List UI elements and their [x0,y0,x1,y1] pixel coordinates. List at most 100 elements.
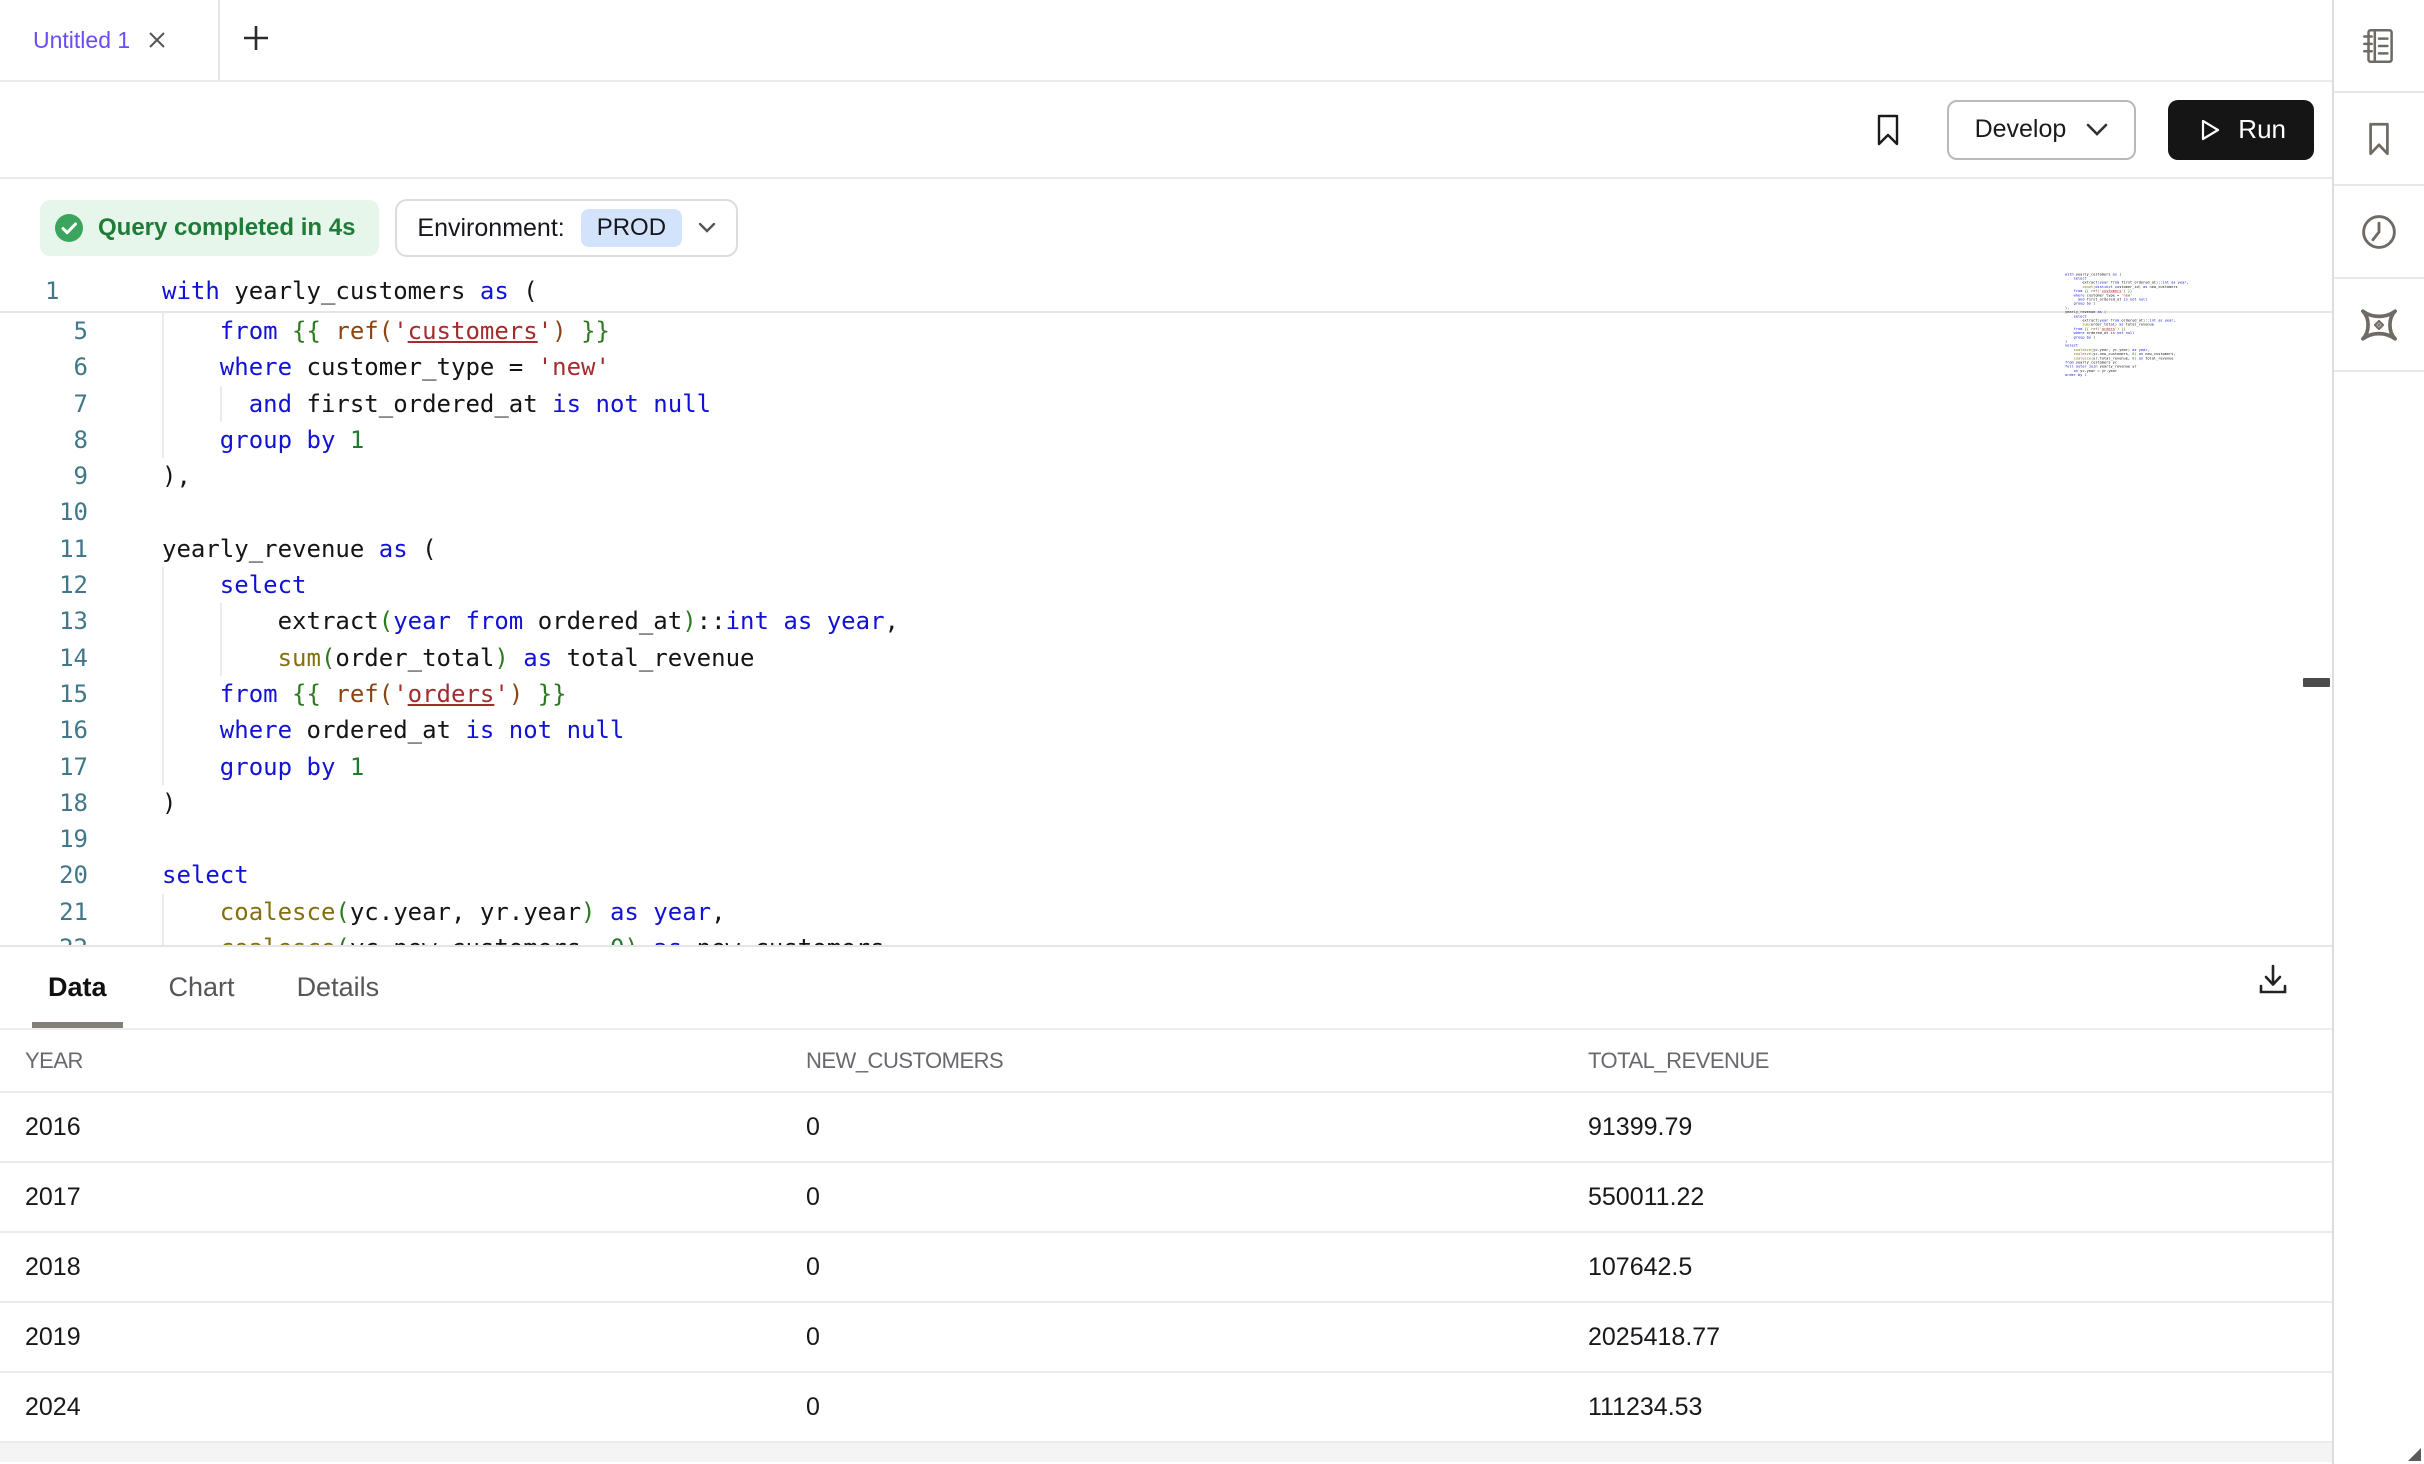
code-token: year [653,898,711,926]
code-token: ( [408,535,437,563]
code-token: , [2186,280,2188,284]
code-line[interactable]: 14 sum(order_total) as total_revenue [0,640,2332,676]
code-token: as [523,644,552,672]
code-line[interactable]: 21 coalesce(yc.year, yr.year) as year, [0,894,2332,930]
code-token: sum [278,644,321,672]
tab-untitled-1[interactable]: Untitled 1 [0,0,220,80]
query-status-text: Query completed in 4s [98,214,355,242]
code-token: ( [321,644,335,672]
code-line[interactable]: 1with yearly_customers as ( [0,272,2332,313]
line-number: 1 [0,272,106,310]
tab-bar: Untitled 1 [0,0,2332,82]
code-line[interactable]: 10 [0,494,2332,530]
line-number: 14 [0,640,106,676]
code-token: ) [682,607,696,635]
indent-guide [162,603,164,639]
code-line[interactable]: 16 where ordered_at is not null [0,712,2332,748]
line-number: 12 [0,567,106,603]
code-token: ref( [335,680,393,708]
line-number: 18 [0,785,106,821]
code-token [523,680,537,708]
table-cell: 0 [781,1253,1563,1282]
check-circle-icon [53,212,85,244]
code-line[interactable]: 6 where customer_type = 'new' [0,349,2332,385]
sql-editor[interactable]: 1with yearly_customers as ( 5 from {{ re… [0,272,2332,945]
download-button[interactable] [2254,961,2292,1004]
indent-guide [162,712,164,748]
code-token: extract [162,607,379,635]
indent-guide [162,313,164,349]
scrollbar-thumb[interactable] [2303,678,2330,687]
run-button-label: Run [2238,114,2286,145]
status-row: Query completed in 4s Environment: PROD [40,199,2332,257]
table-cell: 550011.22 [1563,1183,2332,1212]
table-cell: 91399.79 [1563,1113,2332,1142]
code-line[interactable]: 13 extract(year from ordered_at)::int as… [0,603,2332,639]
develop-button-label: Develop [1975,115,2067,144]
code-token: customers [408,317,538,345]
code-line[interactable]: 19 [0,821,2332,857]
code-line[interactable]: 11yearly_revenue as ( [0,531,2332,567]
code-token [321,680,335,708]
results-tab-chart[interactable]: Chart [153,947,251,1028]
code-token: is not null [2111,331,2135,335]
code-token [335,426,349,454]
code-token: , [2173,318,2175,322]
code-token: ( [509,277,538,305]
code-line[interactable]: 5 from {{ ref('customers') }} [0,313,2332,349]
code-line[interactable]: 8 group by 1 [0,422,2332,458]
code-token: new_customers [2147,285,2177,289]
code-token: ( [2117,272,2121,276]
sticky-code-line[interactable]: 1with yearly_customers as ( [0,272,2332,313]
app-window: Untitled 1 Develop Run [0,0,2424,1464]
code-line[interactable]: 18) [0,785,2332,821]
resize-grip-icon[interactable] [2408,1448,2421,1461]
code-line[interactable]: 15 from {{ ref('orders') }} [0,676,2332,712]
bookmark-button[interactable] [1871,112,1905,148]
indent-guide [162,640,164,676]
close-icon[interactable] [146,29,168,51]
table-cell: 0 [781,1323,1563,1352]
code-token: ' [538,317,552,345]
minimap-line: order by 1 [2065,373,2215,377]
sidebar-item-notebook[interactable] [2334,0,2424,93]
run-button[interactable]: Run [2168,100,2314,160]
query-status-badge: Query completed in 4s [40,200,379,256]
code-token: as [783,607,812,635]
line-number: 16 [0,712,106,748]
sidebar-item-history[interactable] [2334,186,2424,279]
code-line[interactable]: 17 group by 1 [0,749,2332,785]
code-line-content: and first_ordered_at is not null [106,386,711,422]
code-token: where [220,716,292,744]
code-lines[interactable]: 5 from {{ ref('customers') }}6 where cus… [0,313,2332,945]
indent-guide [220,603,222,639]
results-tab-details[interactable]: Details [281,947,396,1028]
code-token: coalesce [220,898,336,926]
results-tab-data[interactable]: Data [32,947,123,1028]
code-token: yc.new_customers, [350,934,610,945]
sidebar-item-app-logo[interactable] [2334,279,2424,372]
bookmark-icon [1871,112,1905,148]
code-line[interactable]: 22 coalesce(yc.new_customers, 0) as new_… [0,930,2332,945]
develop-button[interactable]: Develop [1947,100,2137,160]
code-token [639,898,653,926]
environment-selector[interactable]: Environment: PROD [395,199,738,257]
code-line[interactable]: 9), [0,458,2332,494]
column-header: YEAR [0,1048,781,1074]
new-tab-button[interactable] [220,0,292,80]
code-token: 1 [350,426,364,454]
code-line-content: from {{ ref('customers') }} [106,313,610,349]
code-line[interactable]: 12 select [0,567,2332,603]
code-token: ordered_at [292,716,465,744]
code-token: , [711,898,725,926]
code-token: :: [697,607,726,635]
toolbar: Develop Run [0,82,2332,179]
minimap[interactable]: with yearly_customers as ( select extrac… [2065,272,2215,386]
code-line[interactable]: 7 and first_ordered_at is not null [0,386,2332,422]
code-token: group by [220,753,336,781]
horizontal-scrollbar[interactable] [0,1443,2332,1462]
table-header-row: YEARNEW_CUSTOMERSTOTAL_REVENUE [0,1030,2332,1093]
history-clock-icon [2357,210,2401,254]
sidebar-item-bookmarks[interactable] [2334,93,2424,186]
code-line[interactable]: 20select [0,857,2332,893]
